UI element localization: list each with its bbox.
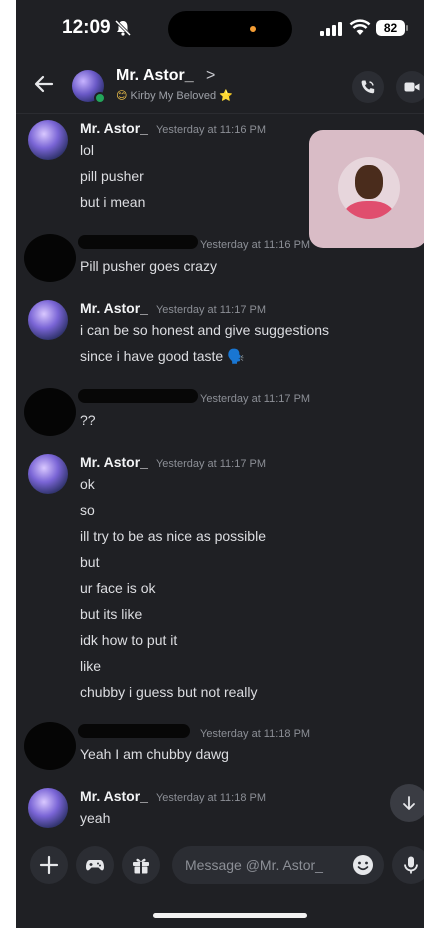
activities-button[interactable] (76, 846, 114, 884)
message-timestamp: Yesterday at 11:16 PM (200, 239, 311, 251)
message-line[interactable]: chubby i guess but not really (80, 684, 257, 700)
battery-nub (406, 25, 408, 31)
arrow-down-icon (403, 796, 415, 810)
avatar[interactable] (28, 300, 68, 340)
redacted-author (78, 724, 190, 738)
pip-video-tile[interactable] (309, 130, 424, 248)
message-header: Yesterday at 11:17 PM (192, 389, 310, 407)
home-indicator[interactable] (153, 913, 307, 918)
custom-status: 😊 Kirby My Beloved ⭐ (116, 89, 233, 102)
redacted-author (78, 235, 198, 249)
battery-indicator: 82 (376, 20, 405, 36)
message-header: Yesterday at 11:18 PM (192, 724, 310, 742)
online-status-dot (94, 92, 106, 104)
status-emoji-right: ⭐ (219, 90, 233, 102)
recording-dot (250, 26, 256, 32)
status-bar: 12:09 82 (16, 0, 424, 58)
microphone-icon (404, 856, 418, 874)
chevron-right-icon[interactable]: > (206, 67, 215, 85)
recipient-name[interactable]: Mr. Astor_ (116, 67, 194, 85)
message-line[interactable]: since i have good taste 🗣️ (80, 348, 245, 365)
person-head (355, 165, 383, 199)
message-header: Mr. Astor_ Yesterday at 11:17 PM (80, 454, 266, 472)
emoji-icon[interactable] (352, 854, 374, 876)
message-timestamp: Yesterday at 11:18 PM (155, 792, 267, 804)
message-line[interactable]: so (80, 502, 95, 518)
message-line[interactable]: yeah (80, 810, 110, 826)
message-header: Mr. Astor_ Yesterday at 11:17 PM (80, 300, 266, 318)
message-line[interactable]: pill pusher (80, 168, 144, 184)
message-line[interactable]: lol (80, 142, 94, 158)
gamepad-icon (86, 860, 104, 871)
status-text: Kirby My Beloved (130, 90, 217, 102)
message-line[interactable]: ok (80, 476, 95, 492)
message-timestamp: Yesterday at 11:17 PM (200, 393, 311, 405)
message-timestamp: Yesterday at 11:16 PM (155, 124, 267, 136)
cellular-signal-icon (320, 22, 342, 36)
status-time: 12:09 (62, 17, 111, 38)
status-emoji-left: 😊 (116, 90, 128, 102)
message-line[interactable]: but (80, 554, 99, 570)
message-line[interactable]: ur face is ok (80, 580, 155, 596)
message-line[interactable]: but i mean (80, 194, 145, 210)
message-timestamp: Yesterday at 11:17 PM (155, 304, 267, 316)
message-header: Mr. Astor_ Yesterday at 11:16 PM (80, 120, 266, 138)
message-composer (16, 836, 424, 896)
message-line[interactable]: idk how to put it (80, 632, 177, 648)
message-author[interactable]: Mr. Astor_ (80, 300, 148, 316)
message-line[interactable]: ill try to be as nice as possible (80, 528, 266, 544)
message-line[interactable]: but its like (80, 606, 142, 622)
jump-to-latest-button[interactable] (390, 784, 424, 822)
redacted-avatar (24, 234, 76, 282)
redacted-avatar (24, 722, 76, 770)
message-header: Yesterday at 11:16 PM (192, 235, 310, 253)
message-line[interactable]: ?? (80, 412, 96, 428)
message-author[interactable]: Mr. Astor_ (80, 788, 148, 804)
avatar[interactable] (28, 454, 68, 494)
plus-icon (39, 855, 59, 875)
avatar[interactable] (28, 788, 68, 828)
chat-header: Mr. Astor_ > 😊 Kirby My Beloved ⭐ (16, 58, 424, 114)
redacted-avatar (24, 388, 76, 436)
voice-call-button[interactable] (352, 71, 384, 103)
video-call-button[interactable] (396, 71, 424, 103)
gift-button[interactable] (122, 846, 160, 884)
voice-message-button[interactable] (392, 846, 424, 884)
avatar[interactable] (28, 120, 68, 160)
message-header: Mr. Astor_ Yesterday at 11:18 PM (80, 788, 266, 806)
bell-muted-icon (114, 19, 132, 37)
message-line[interactable]: i can be so honest and give suggestions (80, 322, 329, 338)
dynamic-island (168, 11, 292, 47)
message-timestamp: Yesterday at 11:17 PM (155, 458, 267, 470)
pip-participant-avatar (338, 157, 400, 219)
phone-call-icon (361, 80, 375, 94)
wifi-icon (349, 19, 371, 35)
attach-button[interactable] (30, 846, 68, 884)
video-icon (404, 82, 420, 92)
message-line[interactable]: Pill pusher goes crazy (80, 258, 217, 274)
message-author[interactable]: Mr. Astor_ (80, 454, 148, 470)
redacted-author (78, 389, 198, 403)
message-line[interactable]: Yeah I am chubby dawg (80, 746, 229, 762)
message-author[interactable]: Mr. Astor_ (80, 120, 148, 136)
dm-screen: 12:09 82 Mr. Astor_ > 😊 Kirby My Beloved… (16, 0, 424, 928)
message-line[interactable]: like (80, 658, 101, 674)
gift-icon (133, 858, 149, 874)
message-timestamp: Yesterday at 11:18 PM (200, 728, 311, 740)
back-arrow-icon[interactable] (32, 72, 56, 96)
person-body (344, 201, 394, 219)
